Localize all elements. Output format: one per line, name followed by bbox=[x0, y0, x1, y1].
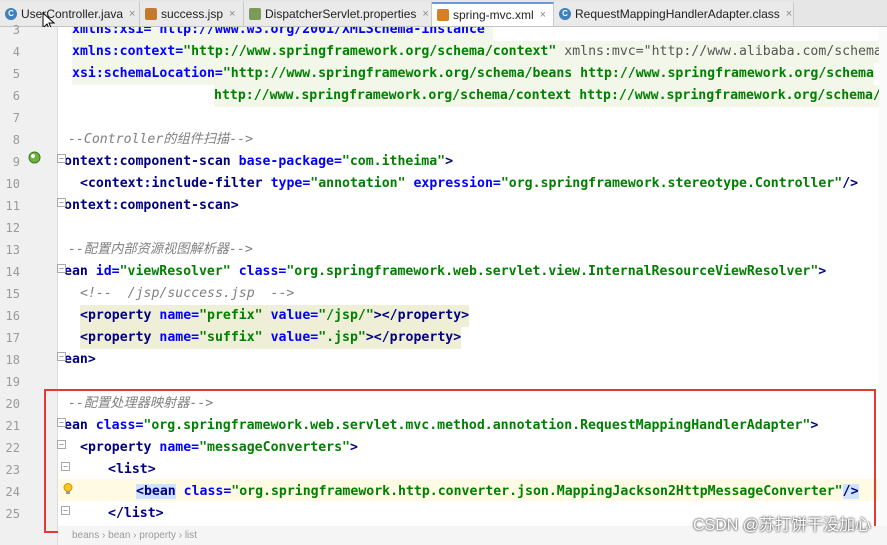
code-line: xsi:schemaLocation="http://www.springfra… bbox=[72, 63, 874, 85]
line-number: 14 bbox=[5, 265, 20, 279]
line-number: 6 bbox=[12, 89, 20, 103]
line-number: 23 bbox=[5, 463, 20, 477]
line-number: 8 bbox=[12, 133, 20, 147]
code-line: <!-- /jsp/success.jsp --> bbox=[80, 286, 295, 301]
code-line: http://www.springframework.org/schema/co… bbox=[214, 85, 881, 107]
line-number: 19 bbox=[5, 375, 20, 389]
code-line: ean id="viewResolver" class="org.springf… bbox=[64, 264, 827, 279]
properties-file-icon bbox=[249, 8, 261, 20]
jsp-file-icon bbox=[145, 8, 157, 20]
line-number: 9 bbox=[12, 155, 20, 169]
fold-toggle-icon[interactable]: − bbox=[57, 154, 66, 163]
line-number: 10 bbox=[5, 177, 20, 191]
code-line: ean> bbox=[64, 352, 96, 367]
tab-label: success.jsp bbox=[161, 7, 224, 21]
tab-label: UserController.java bbox=[21, 7, 124, 21]
line-number: 5 bbox=[12, 67, 20, 81]
tab-requestmappinghandleradapter-class[interactable]: C RequestMappingHandlerAdapter.class × bbox=[554, 2, 794, 26]
close-icon[interactable]: × bbox=[786, 8, 792, 20]
line-number: 15 bbox=[5, 287, 20, 301]
line-number: 11 bbox=[5, 199, 20, 213]
tab-success-jsp[interactable]: success.jsp × bbox=[140, 2, 244, 26]
line-number: 3 bbox=[12, 23, 20, 37]
code-line: --Controller的组件扫描--> bbox=[68, 132, 254, 147]
line-number: 21 bbox=[5, 419, 20, 433]
tab-dispatcherservlet-properties[interactable]: DispatcherServlet.properties × bbox=[244, 2, 432, 26]
close-icon[interactable]: × bbox=[229, 8, 235, 20]
code-line: xmlns:xsi="http://www.w3.org/2001/XMLSch… bbox=[72, 27, 493, 41]
line-number: 13 bbox=[5, 243, 20, 257]
xml-file-icon bbox=[437, 9, 449, 21]
line-number: 4 bbox=[12, 45, 20, 59]
tab-label: DispatcherServlet.properties bbox=[265, 7, 417, 21]
class-file-icon: C bbox=[559, 8, 571, 20]
spring-bean-icon[interactable] bbox=[28, 151, 41, 164]
line-number: 20 bbox=[5, 397, 20, 411]
tab-label: spring-mvc.xml bbox=[453, 8, 534, 22]
code-line: ontext:component-scan> bbox=[64, 198, 239, 213]
tab-spring-mvc-xml[interactable]: spring-mvc.xml × bbox=[432, 2, 554, 26]
code-line: <context:include-filter type="annotation… bbox=[80, 176, 859, 191]
close-icon[interactable]: × bbox=[422, 8, 428, 20]
line-number: 18 bbox=[5, 353, 20, 367]
editor-scrollbar[interactable] bbox=[879, 27, 887, 545]
editor-tab-bar: C UserController.java × success.jsp × Di… bbox=[0, 0, 887, 27]
line-number: 16 bbox=[5, 309, 20, 323]
line-number: 12 bbox=[5, 221, 20, 235]
tab-label: RequestMappingHandlerAdapter.class bbox=[575, 7, 780, 21]
line-number: 22 bbox=[5, 441, 20, 455]
code-line: <property name="prefix" value="/jsp/"></… bbox=[80, 305, 470, 327]
code-line: <property name="suffix" value=".jsp"></p… bbox=[80, 327, 462, 349]
watermark: CSDN @苏打饼干没加心 bbox=[692, 517, 871, 534]
line-number: 17 bbox=[5, 331, 20, 345]
code-line: --配置内部资源视图解析器--> bbox=[68, 242, 253, 257]
line-number: 7 bbox=[12, 111, 20, 125]
fold-toggle-icon[interactable]: − bbox=[57, 198, 66, 207]
code-line: ontext:component-scan base-package="com.… bbox=[64, 154, 454, 169]
line-number: 25 bbox=[5, 507, 20, 521]
code-line: xmlns:context="http://www.springframewor… bbox=[72, 41, 882, 63]
close-icon[interactable]: × bbox=[540, 9, 546, 21]
close-icon[interactable]: × bbox=[129, 8, 135, 20]
line-number: 24 bbox=[5, 485, 20, 499]
fold-toggle-icon[interactable]: − bbox=[57, 352, 66, 361]
fold-toggle-icon[interactable]: − bbox=[57, 264, 66, 273]
tab-usercontroller-java[interactable]: C UserController.java × bbox=[0, 2, 140, 26]
